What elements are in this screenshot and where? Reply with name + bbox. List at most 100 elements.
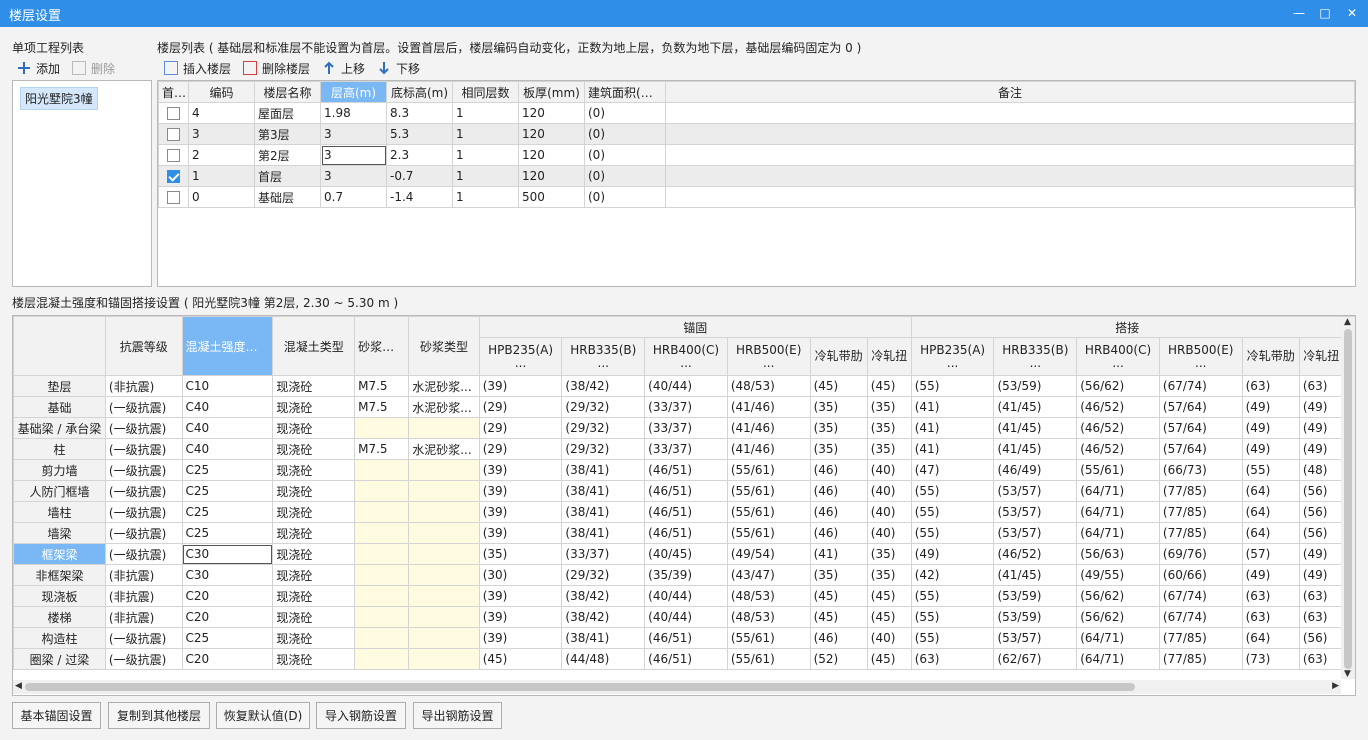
horizontal-scrollbar[interactable]: ◀ ▶ (13, 680, 1341, 694)
setting-cell[interactable]: (40/44) (644, 375, 728, 397)
setting-cell[interactable]: (29/32) (561, 564, 646, 586)
setting-cell[interactable]: C40 (181, 438, 274, 460)
setting-cell[interactable] (408, 648, 480, 670)
close-button[interactable]: ✕ (1340, 2, 1364, 24)
floor-cell-note[interactable] (665, 123, 1355, 145)
floor-cell-same[interactable]: 1 (452, 102, 519, 124)
setting-cell[interactable]: (48) (1298, 459, 1344, 481)
move-up-button[interactable]: 上移 (318, 57, 369, 79)
setting-cell[interactable]: (40) (866, 522, 912, 544)
setting-cell[interactable]: (40/45) (644, 543, 728, 565)
steel-col-header[interactable]: HRB335(B)... (561, 337, 646, 376)
col-mortar-type[interactable]: 砂浆类型 (408, 316, 480, 376)
first-floor-checkbox[interactable] (167, 107, 180, 120)
setting-cell[interactable]: (49/54) (726, 543, 811, 565)
setting-cell[interactable]: (39) (478, 480, 563, 502)
setting-cell[interactable]: 现浇砼 (272, 648, 356, 670)
floor-col-header[interactable]: 备注 (665, 81, 1355, 103)
setting-cell[interactable]: C40 (181, 396, 274, 418)
floor-cell-code[interactable]: 2 (188, 144, 255, 166)
setting-cell[interactable]: (46) (809, 501, 868, 523)
setting-cell[interactable]: (53/57) (993, 501, 1078, 523)
first-floor-checkbox[interactable] (167, 191, 180, 204)
setting-cell[interactable]: (41/46) (726, 417, 811, 439)
floor-cell-area[interactable]: (0) (584, 102, 666, 124)
concrete-row[interactable]: 柱 (一级抗震) C40 现浇砼 M7.5 水泥砂浆... (29) (29/32) (33/3… (13, 438, 1355, 460)
col-concrete-grade[interactable]: 混凝土强度等级 (181, 316, 274, 376)
setting-cell[interactable]: (45) (809, 606, 868, 628)
floor-col-header[interactable]: 编码 (188, 81, 255, 103)
floor-cell-same[interactable]: 1 (452, 165, 519, 187)
setting-cell[interactable]: (77/85) (1158, 522, 1243, 544)
setting-cell[interactable]: (67/74) (1158, 585, 1243, 607)
floor-row[interactable]: 3 第3层 3 5.3 1 120 (0) (158, 123, 1355, 145)
setting-cell[interactable]: (55/61) (1076, 459, 1160, 481)
setting-cell[interactable]: (45) (809, 375, 868, 397)
concrete-row[interactable]: 现浇板 (非抗震) C20 现浇砼 (39) (38/42) (40/44) (48/53)(… (13, 585, 1355, 607)
setting-cell[interactable]: (56/63) (1076, 543, 1160, 565)
setting-cell[interactable]: (63) (1241, 606, 1300, 628)
setting-cell[interactable]: (62/67) (993, 648, 1078, 670)
setting-cell[interactable]: (77/85) (1158, 501, 1243, 523)
floor-cell-bottom[interactable]: -1.4 (386, 186, 453, 208)
setting-cell[interactable]: (46) (809, 627, 868, 649)
setting-cell[interactable]: M7.5 (354, 438, 410, 460)
setting-cell[interactable]: (一级抗震) (104, 459, 183, 481)
setting-cell[interactable]: C30 (181, 543, 274, 565)
setting-cell[interactable]: (56) (1298, 522, 1344, 544)
setting-cell[interactable]: (67/74) (1158, 606, 1243, 628)
setting-cell[interactable] (354, 627, 410, 649)
floor-cell-name[interactable]: 第3层 (254, 123, 321, 145)
concrete-row[interactable]: 墙梁 (一级抗震) C25 现浇砼 (39) (38/41) (46/51) (55/61)(… (13, 522, 1355, 544)
setting-cell[interactable]: (45) (866, 585, 912, 607)
setting-cell[interactable]: (46/52) (993, 543, 1078, 565)
floor-cell-height[interactable]: 3 (320, 123, 387, 145)
floor-cell-height[interactable]: 3 (320, 144, 387, 166)
concrete-row[interactable]: 非框架梁 (非抗震) C30 现浇砼 (30) (29/32) (35/39) (43/47)… (13, 564, 1355, 586)
setting-cell[interactable]: (38/42) (561, 606, 646, 628)
concrete-row[interactable]: 基础 (一级抗震) C40 现浇砼 M7.5 水泥砂浆... (29) (29/32) (33/… (13, 396, 1355, 418)
setting-cell[interactable]: (41/45) (993, 396, 1078, 418)
setting-cell[interactable] (408, 480, 480, 502)
floor-cell-name[interactable]: 基础层 (254, 186, 321, 208)
first-floor-checkbox[interactable] (167, 149, 180, 162)
setting-cell[interactable]: (46/51) (644, 480, 728, 502)
setting-cell[interactable]: (64) (1241, 627, 1300, 649)
setting-cell[interactable]: (63) (1298, 375, 1344, 397)
setting-cell[interactable]: C20 (181, 648, 274, 670)
setting-cell[interactable]: 水泥砂浆... (408, 438, 480, 460)
component-name[interactable]: 构造柱 (13, 627, 106, 649)
setting-cell[interactable] (354, 606, 410, 628)
setting-cell[interactable]: (40) (866, 627, 912, 649)
setting-cell[interactable]: (40) (866, 501, 912, 523)
first-floor-cell[interactable] (158, 144, 189, 166)
steel-col-header[interactable]: HRB500(E)... (726, 337, 811, 376)
setting-cell[interactable]: (48/53) (726, 606, 811, 628)
setting-cell[interactable]: (一级抗震) (104, 627, 183, 649)
setting-cell[interactable]: (35) (866, 396, 912, 418)
setting-cell[interactable]: 现浇砼 (272, 627, 356, 649)
setting-cell[interactable]: (非抗震) (104, 564, 183, 586)
floor-cell-area[interactable]: (0) (584, 186, 666, 208)
setting-cell[interactable]: (46/51) (644, 459, 728, 481)
steel-col-header[interactable]: HRB400(C)... (644, 337, 728, 376)
first-floor-checkbox[interactable] (167, 170, 180, 183)
setting-cell[interactable]: (29) (478, 438, 563, 460)
setting-cell[interactable]: (48/53) (726, 375, 811, 397)
steel-col-header[interactable]: HRB500(E)... (1158, 337, 1243, 376)
floor-cell-note[interactable] (665, 186, 1355, 208)
setting-cell[interactable]: (55/61) (726, 480, 811, 502)
component-name[interactable]: 楼梯 (13, 606, 106, 628)
setting-cell[interactable]: (41) (910, 417, 995, 439)
setting-cell[interactable]: (非抗震) (104, 585, 183, 607)
floor-cell-area[interactable]: (0) (584, 144, 666, 166)
setting-cell[interactable]: (64/71) (1076, 480, 1160, 502)
setting-cell[interactable]: (55) (910, 522, 995, 544)
setting-cell[interactable]: (55) (910, 627, 995, 649)
setting-cell[interactable] (354, 417, 410, 439)
floor-cell-code[interactable]: 0 (188, 186, 255, 208)
concrete-row[interactable]: 构造柱 (一级抗震) C25 现浇砼 (39) (38/41) (46/51) (55/61)… (13, 627, 1355, 649)
floor-cell-same[interactable]: 1 (452, 186, 519, 208)
setting-cell[interactable]: (63) (1298, 648, 1344, 670)
floor-row[interactable]: 4 屋面层 1.98 8.3 1 120 (0) (158, 102, 1355, 124)
